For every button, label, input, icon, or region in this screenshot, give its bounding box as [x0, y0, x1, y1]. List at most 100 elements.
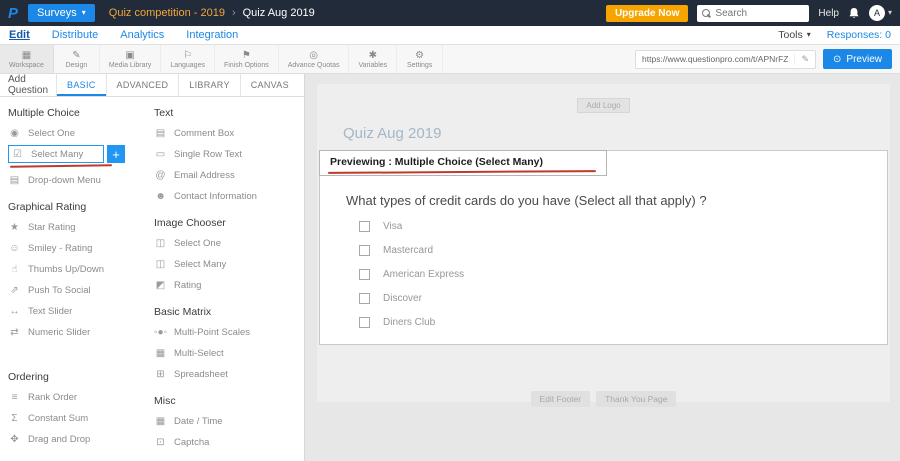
push-to-social-icon: ⇗ — [8, 285, 21, 296]
toolbar-item-finish-options[interactable]: ⚑Finish Options — [215, 45, 279, 73]
search-input[interactable] — [715, 8, 803, 19]
panel-tab-basic[interactable]: BASIC — [56, 74, 106, 96]
answer-option[interactable]: Discover — [359, 293, 867, 304]
avatar[interactable]: A — [869, 5, 885, 21]
question-type-image-chooser-rating[interactable]: ◩Rating — [154, 275, 296, 296]
question-type-graphical-rating-smiley-rating[interactable]: ☺Smiley - Rating — [8, 238, 144, 259]
answer-option[interactable]: American Express — [359, 269, 867, 280]
question-type-label: Select Many — [31, 149, 83, 160]
question-type-label: Comment Box — [174, 128, 234, 139]
toolbar-item-languages[interactable]: ⚐Languages — [161, 45, 215, 73]
breadcrumb-parent[interactable]: Quiz competition - 2019 — [109, 7, 225, 19]
star-rating-icon: ★ — [8, 222, 21, 233]
question-type-multiple-choice-select-one[interactable]: ◉ Select One — [8, 123, 144, 144]
select-one-icon: ◉ — [8, 128, 21, 139]
question-type-label: Numeric Slider — [28, 327, 90, 338]
question-type-multiple-choice-select-many[interactable]: ☑Select Many+ — [8, 145, 104, 163]
question-type-label: Spreadsheet — [174, 369, 228, 380]
question-type-text-comment-box[interactable]: ▤ Comment Box — [154, 123, 296, 144]
tools-menu[interactable]: Tools ▾ — [778, 29, 811, 41]
edit-url-pencil-icon[interactable]: ✎ — [794, 54, 809, 65]
survey-title: Quiz Aug 2019 — [343, 125, 890, 142]
responses-count[interactable]: Responses: 0 — [827, 29, 891, 41]
single-row-text-icon: ▭ — [154, 149, 167, 160]
preview-button[interactable]: ⊙ Preview — [823, 49, 892, 69]
comment-box-icon: ▤ — [154, 128, 167, 139]
nav-tab-analytics[interactable]: Analytics — [120, 29, 164, 41]
question-type-label: Push To Social — [28, 285, 91, 296]
add-logo-button[interactable]: Add Logo — [577, 98, 629, 113]
survey-url-box[interactable]: https://www.questionpro.com/t/APNrFZ ✎ — [635, 50, 816, 69]
toolbar-item-media-library[interactable]: ▣Media Library — [100, 45, 161, 73]
section-header: Basic Matrix — [154, 306, 296, 318]
toolbar-item-variables[interactable]: ✱Variables — [349, 45, 397, 73]
question-type-label: Select One — [28, 128, 75, 139]
numeric-slider-icon: ⇄ — [8, 327, 21, 338]
section-header: Text — [154, 107, 296, 119]
question-type-label: Contact Information — [174, 191, 257, 202]
question-type-label: Drop-down Menu — [28, 175, 101, 186]
eye-icon: ⊙ — [833, 54, 841, 65]
question-type-label: Email Address — [174, 170, 235, 181]
top-bar: P Surveys ▾ Quiz competition - 2019 › Qu… — [0, 0, 900, 26]
question-type-basic-matrix-multi-point-scales[interactable]: ◦●◦Multi-Point Scales — [154, 322, 296, 343]
question-type-text-email-address[interactable]: @Email Address — [154, 165, 296, 186]
surveys-label: Surveys — [37, 7, 77, 19]
question-type-ordering-drag-and-drop[interactable]: ✥Drag and Drop — [8, 429, 144, 450]
panel-tab-advanced[interactable]: ADVANCED — [106, 74, 179, 96]
answer-option[interactable]: Mastercard — [359, 245, 867, 256]
toolbar-item-advance-quotas[interactable]: ◎Advance Quotas — [279, 45, 350, 73]
chevron-down-icon: ▾ — [888, 9, 892, 17]
checkbox-icon[interactable] — [359, 245, 370, 256]
question-type-basic-matrix-spreadsheet[interactable]: ⊞Spreadsheet — [154, 364, 296, 385]
survey-url[interactable]: https://www.questionpro.com/t/APNrFZ — [642, 54, 788, 64]
edit-footer-button[interactable]: Edit Footer — [531, 391, 591, 407]
question-type-graphical-rating-star-rating[interactable]: ★Star Rating — [8, 217, 144, 238]
answer-option[interactable]: Diners Club — [359, 317, 867, 328]
thank-you-page-button[interactable]: Thank You Page — [596, 391, 676, 407]
panel-tab-library[interactable]: LIBRARY — [178, 74, 239, 96]
nav-tab-integration[interactable]: Integration — [186, 29, 238, 41]
question-type-ordering-constant-sum[interactable]: ΣConstant Sum — [8, 408, 144, 429]
option-label: Visa — [383, 221, 402, 232]
toolbar-item-design[interactable]: ✎Design — [54, 45, 100, 73]
question-type-text-contact-information[interactable]: ☻Contact Information — [154, 186, 296, 207]
toolbar-item-settings[interactable]: ⚙Settings — [397, 45, 443, 73]
checkbox-icon[interactable] — [359, 269, 370, 280]
nav-right: Tools ▾ Responses: 0 — [778, 29, 891, 41]
question-type-graphical-rating-thumbs-up-down[interactable]: ☝Thumbs Up/Down — [8, 259, 144, 280]
nav-tab-edit[interactable]: Edit — [9, 29, 30, 41]
question-type-image-chooser-select-one[interactable]: ◫Select One — [154, 233, 296, 254]
question-type-misc-captcha[interactable]: ⊡Captcha — [154, 432, 296, 453]
answer-option[interactable]: Visa — [359, 221, 867, 232]
question-type-multiple-choice-drop-down-menu[interactable]: ▤Drop-down Menu — [8, 170, 144, 191]
nav-tabs: Edit Distribute Analytics Integration — [9, 26, 260, 44]
help-link[interactable]: Help — [818, 8, 839, 19]
panel-tab-canvas[interactable]: CANVAS — [240, 74, 299, 96]
add-question-plus-button[interactable]: + — [107, 145, 125, 163]
options-list: Visa Mastercard American Express Discover Di… — [346, 221, 867, 328]
surveys-menu-button[interactable]: Surveys ▾ — [28, 4, 95, 22]
toolbar-item-workspace[interactable]: ▦Workspace — [0, 45, 54, 73]
search-box[interactable] — [697, 5, 809, 22]
checkbox-icon[interactable] — [359, 221, 370, 232]
question-type-graphical-rating-text-slider[interactable]: ↔Text Slider — [8, 301, 144, 322]
nav-tab-distribute[interactable]: Distribute — [52, 29, 98, 41]
notifications-bell-icon[interactable] — [848, 7, 860, 20]
question-type-image-chooser-select-many[interactable]: ◫Select Many — [154, 254, 296, 275]
question-type-label: Thumbs Up/Down — [28, 264, 104, 275]
date-time-icon: ▦ — [154, 416, 167, 427]
question-type-text-single-row-text[interactable]: ▭Single Row Text — [154, 144, 296, 165]
question-type-ordering-rank-order[interactable]: ≡Rank Order — [8, 387, 144, 408]
question-type-misc-date-time[interactable]: ▦Date / Time — [154, 411, 296, 432]
checkbox-icon[interactable] — [359, 317, 370, 328]
panel-col-2: Text ▤ Comment Box ▭Single Row Text@Email A… — [144, 99, 296, 461]
upgrade-now-button[interactable]: Upgrade Now — [606, 5, 688, 22]
toolbar-item-label: Languages — [170, 62, 205, 69]
question-type-graphical-rating-numeric-slider[interactable]: ⇄ Numeric Slider — [8, 322, 144, 343]
question-type-graphical-rating-push-to-social[interactable]: ⇗ Push To Social — [8, 280, 144, 301]
checkbox-icon[interactable] — [359, 293, 370, 304]
question-type-basic-matrix-multi-select[interactable]: ▦Multi-Select — [154, 343, 296, 364]
survey-toolbar: ▦Workspace✎Design▣Media Library⚐Language… — [0, 45, 900, 74]
account-menu[interactable]: A ▾ — [869, 5, 892, 21]
